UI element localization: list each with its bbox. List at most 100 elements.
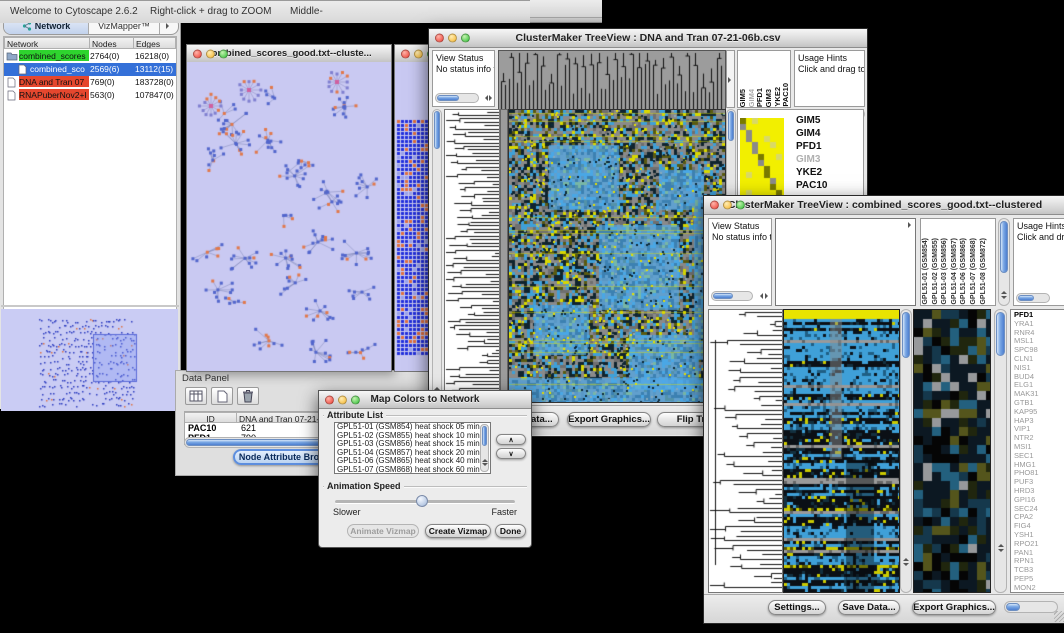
treeview1-title: ClusterMaker TreeView : DNA and Tran 07-…: [516, 32, 781, 44]
minimize-icon[interactable]: [448, 34, 457, 43]
tv2-genes-vscrollbar[interactable]: [994, 309, 1007, 593]
tv1-export-graphics-button[interactable]: Export Graphics...: [567, 412, 651, 427]
tv2-row-dendrogram[interactable]: [708, 309, 783, 593]
tv2-global-heatmap[interactable]: [913, 309, 991, 593]
network-nodes: 2569(6): [90, 63, 134, 74]
settings-label: Settings...: [774, 602, 819, 613]
tv2-bottom-hscrollbar[interactable]: [1004, 601, 1058, 613]
gene-label[interactable]: GIM3: [796, 153, 828, 166]
faster-label: Faster: [491, 507, 517, 517]
scroll-right-icon[interactable]: [765, 293, 771, 299]
close-icon[interactable]: [325, 395, 334, 404]
tv2-labels-vscrollbar[interactable]: [998, 218, 1010, 306]
animate-vizmap-label: Animate Vizmap: [350, 526, 416, 536]
background-network-window: [394, 44, 430, 372]
new-attribute-button[interactable]: [211, 387, 233, 405]
treeview1-titlebar[interactable]: ClusterMaker TreeView : DNA and Tran 07-…: [429, 29, 867, 48]
minimize-icon[interactable]: [414, 49, 423, 58]
tv1-row-dendrogram[interactable]: [444, 109, 500, 403]
col-edges[interactable]: Edges: [134, 37, 176, 49]
grid-network-canvas[interactable]: [395, 62, 429, 371]
zoom-window-icon[interactable]: [461, 34, 470, 43]
minimize-icon[interactable]: [723, 201, 732, 210]
create-vizmap-button[interactable]: Create Vizmap: [425, 524, 491, 538]
col-network[interactable]: Network: [4, 37, 90, 49]
tv1-view-status-panel: View Status No status info f: [432, 50, 495, 107]
zoom-window-icon[interactable]: [351, 395, 360, 404]
gene-label[interactable]: GIM4: [796, 127, 828, 140]
network-row[interactable]: combined_scores 2764(0) 16218(0): [4, 50, 176, 63]
close-icon[interactable]: [193, 49, 202, 58]
tv1-left-vscrollbar[interactable]: [432, 109, 442, 401]
dialog-titlebar[interactable]: Map Colors to Network: [319, 391, 531, 409]
status-hint-pan: Middle-: [290, 6, 323, 17]
id-column-header[interactable]: ID: [185, 412, 237, 423]
attribute-table-button[interactable]: [185, 387, 207, 405]
attribute-list-vscrollbar[interactable]: [480, 424, 489, 472]
minimize-icon[interactable]: [206, 49, 215, 58]
network-overview-thumbnail[interactable]: [1, 309, 178, 411]
data-panel-title: Data Panel: [182, 373, 229, 384]
tv2-save-data-button[interactable]: Save Data...: [838, 600, 900, 615]
column-label: GPL51-07 (GSM868): [969, 238, 979, 305]
column-label: PFD1: [755, 88, 764, 107]
tv2-heatmap-vscrollbar[interactable]: [900, 309, 912, 593]
move-up-button[interactable]: ∧: [496, 434, 526, 445]
done-button[interactable]: Done: [495, 524, 526, 538]
network-canvas[interactable]: [187, 62, 391, 371]
network-row-selected[interactable]: combined_sco 2569(6) 13112(15): [4, 63, 176, 76]
close-icon[interactable]: [710, 201, 719, 210]
animate-vizmap-button[interactable]: Animate Vizmap: [347, 524, 419, 538]
tv2-usage-hints-text: Click and drag to: [1014, 232, 1064, 243]
move-down-button[interactable]: ∨: [496, 448, 526, 459]
tv1-status-hscrollbar[interactable]: [435, 93, 479, 103]
scroll-right-icon[interactable]: [489, 95, 495, 101]
resize-grip[interactable]: [1054, 611, 1064, 622]
gene-label[interactable]: YKE2: [796, 166, 828, 179]
tv1-heatmap[interactable]: [508, 109, 726, 403]
speed-slider-thumb[interactable]: [416, 495, 428, 507]
attribute-item[interactable]: GPL51-07 (GSM868) heat shock 60 min: [335, 466, 490, 474]
tv2-heatmap[interactable]: [783, 309, 900, 593]
create-vizmap-label: Create Vizmap: [429, 526, 487, 536]
tv2-column-dendrogram-panel[interactable]: [775, 218, 916, 306]
network-edges: 13112(15): [135, 63, 178, 74]
tv2-usage-hints-title: Usage Hints: [1014, 219, 1064, 232]
scroll-left-icon[interactable]: [482, 95, 488, 101]
tv1-view-status-title: View Status: [433, 51, 494, 64]
tv2-hints-hscrollbar[interactable]: [1016, 293, 1050, 303]
zoom-window-icon[interactable]: [736, 201, 745, 210]
gene-label[interactable]: MON2: [1014, 584, 1064, 593]
trash-icon: [242, 389, 254, 403]
network-overview-panel[interactable]: [1, 305, 179, 411]
treeview2-titlebar[interactable]: ClusterMaker TreeView : combined_scores_…: [704, 196, 1064, 215]
attribute-list: GPL51-01 (GSM854) heat shock 05 minGPL51…: [334, 422, 491, 474]
background-network-titlebar[interactable]: [395, 45, 429, 63]
gene-label[interactable]: PFD1: [796, 140, 828, 153]
scroll-left-icon[interactable]: [757, 293, 763, 299]
map-colors-dialog: Map Colors to Network Attribute List GPL…: [318, 390, 532, 548]
col-nodes[interactable]: Nodes: [90, 37, 134, 49]
tv2-settings-button[interactable]: Settings...: [768, 600, 826, 615]
network-row[interactable]: DNA and Tran 07 769(0) 183728(0): [4, 76, 176, 89]
gene-label[interactable]: PAC10: [796, 179, 828, 192]
tv2-view-status-panel: View Status No status info t: [708, 218, 772, 306]
up-arrow-label: ∧: [508, 436, 513, 444]
network-view-window: combined_scores_good.txt--cluste...: [186, 44, 392, 372]
column-label: GPL51-04 (GSM857): [950, 238, 960, 305]
close-icon[interactable]: [435, 34, 444, 43]
tv2-view-status-title: View Status: [709, 219, 771, 232]
tv2-status-hscrollbar[interactable]: [711, 291, 753, 301]
tv2-export-graphics-button[interactable]: Export Graphics...: [912, 600, 996, 615]
minimize-icon[interactable]: [338, 395, 347, 404]
tv2-gene-list-panel: PFD1YRA1RNR4MSL1SPC98CLN1NIS1BUD4ELG1MAK…: [1010, 309, 1064, 593]
gene-label[interactable]: GIM5: [796, 114, 828, 127]
delete-attribute-button[interactable]: [237, 387, 259, 405]
network-view-titlebar[interactable]: combined_scores_good.txt--cluste...: [187, 45, 391, 63]
tv1-column-dendrogram[interactable]: [498, 50, 726, 110]
tv1-cluster-matrix[interactable]: [740, 118, 784, 202]
close-icon[interactable]: [401, 49, 410, 58]
tv2-usage-hints-panel: Usage Hints Click and drag to: [1013, 218, 1064, 306]
zoom-window-icon[interactable]: [219, 49, 228, 58]
network-row[interactable]: RNAPuberNov2+I 563(0) 107847(0): [4, 89, 176, 102]
